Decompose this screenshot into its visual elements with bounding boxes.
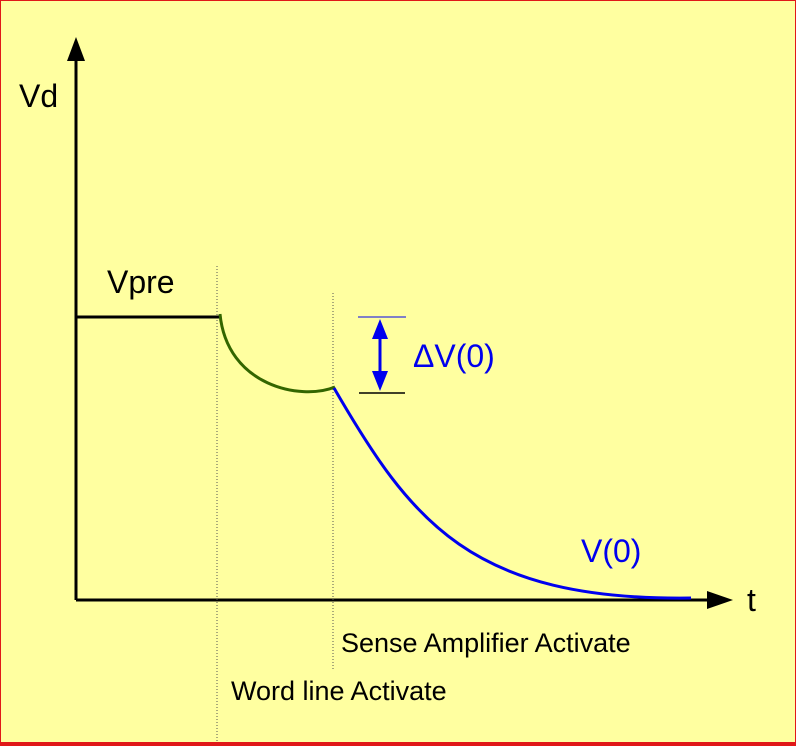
word-line-label: Word line Activate	[231, 676, 447, 706]
y-axis-arrowhead	[67, 37, 85, 61]
x-axis-label: t	[747, 582, 756, 618]
curve-label: V(0)	[581, 533, 641, 569]
y-axis-label: Vd	[19, 78, 58, 114]
sense-amp-label: Sense Amplifier Activate	[341, 628, 631, 658]
delta-v-label: ΔV(0)	[413, 338, 495, 374]
delta-arrowhead-down	[372, 371, 388, 391]
vpre-label: Vpre	[107, 264, 175, 300]
diagram-frame: Vd t Vpre ΔV(0) V(0) Sense Amplifier Act…	[0, 0, 796, 746]
x-axis-arrowhead	[707, 591, 733, 609]
delta-arrowhead-up	[372, 319, 388, 339]
bitline-voltage-diagram: Vd t Vpre ΔV(0) V(0) Sense Amplifier Act…	[19, 37, 756, 741]
charge-share-curve	[218, 313, 336, 394]
